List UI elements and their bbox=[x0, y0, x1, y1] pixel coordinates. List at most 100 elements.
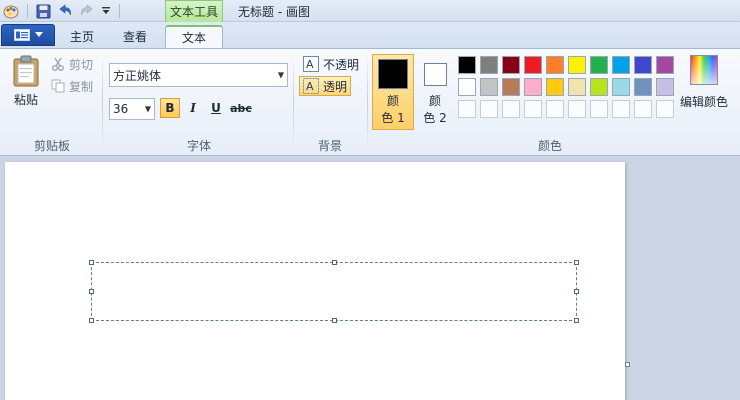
color2-label-line1: 颜 bbox=[428, 94, 441, 108]
palette-swatch[interactable] bbox=[502, 56, 520, 74]
color1-label-line2: 色 1 bbox=[381, 111, 405, 125]
customize-qat-icon[interactable] bbox=[98, 3, 114, 19]
copy-button[interactable]: 复制 bbox=[51, 77, 93, 95]
edit-colors-button[interactable]: 编辑颜色 bbox=[679, 55, 729, 110]
palette-swatch[interactable] bbox=[524, 56, 542, 74]
font-size-value: 36 bbox=[113, 102, 129, 116]
palette-swatch[interactable] bbox=[546, 78, 564, 96]
color2-swatch bbox=[423, 63, 447, 86]
tab-view[interactable]: 查看 bbox=[110, 25, 160, 48]
opaque-icon: A bbox=[303, 56, 319, 72]
group-separator bbox=[293, 55, 294, 149]
color1-label-line1: 颜 bbox=[386, 94, 399, 108]
chevron-down-icon: ▼ bbox=[277, 70, 284, 80]
font-family-value: 方正姚体 bbox=[113, 68, 162, 83]
custom-color-slot[interactable] bbox=[656, 100, 674, 118]
color2-label-line2: 色 2 bbox=[423, 111, 447, 125]
custom-color-slot[interactable] bbox=[568, 100, 586, 118]
palette-swatch[interactable] bbox=[568, 56, 586, 74]
clipboard-group-label: 剪贴板 bbox=[33, 139, 70, 153]
palette-swatch[interactable] bbox=[480, 56, 498, 74]
copy-label: 复制 bbox=[69, 79, 94, 94]
font-group-label: 字体 bbox=[186, 139, 211, 153]
resize-handle-bottom-left[interactable] bbox=[89, 318, 94, 323]
resize-handle-bottom-right[interactable] bbox=[574, 318, 579, 323]
bold-button[interactable]: B bbox=[160, 98, 180, 118]
canvas-resize-handle[interactable] bbox=[625, 362, 630, 367]
color-spectrum-icon bbox=[690, 55, 718, 85]
custom-color-slot[interactable] bbox=[502, 100, 520, 118]
palette-swatch[interactable] bbox=[458, 78, 476, 96]
color1-swatch bbox=[378, 59, 408, 89]
cut-label: 剪切 bbox=[69, 57, 94, 72]
resize-handle-top[interactable] bbox=[332, 260, 337, 265]
chevron-down-icon: ▼ bbox=[144, 104, 151, 114]
ribbon: 粘贴 剪切 复制 剪贴板 方正姚体 ▼ 36 ▼ B I U abc 字体 A … bbox=[0, 48, 740, 156]
color1-button[interactable]: 颜 色 1 bbox=[372, 54, 414, 130]
palette-swatch[interactable] bbox=[656, 78, 674, 96]
tab-home[interactable]: 主页 bbox=[58, 25, 106, 48]
custom-color-slot[interactable] bbox=[524, 100, 542, 118]
drawing-canvas[interactable] bbox=[5, 162, 625, 400]
background-group-label: 背景 bbox=[317, 139, 342, 153]
font-family-dropdown[interactable]: 方正姚体 ▼ bbox=[109, 63, 288, 87]
ribbon-tab-row: 主页 查看 文本 bbox=[0, 22, 740, 48]
redo-icon[interactable] bbox=[79, 3, 95, 19]
palette-swatch[interactable] bbox=[656, 56, 674, 74]
opaque-label: 不透明 bbox=[323, 57, 360, 72]
color2-button[interactable]: 颜 色 2 bbox=[414, 54, 456, 130]
custom-color-slot[interactable] bbox=[458, 100, 476, 118]
font-size-dropdown[interactable]: 36 ▼ bbox=[109, 98, 155, 120]
palette-swatch[interactable] bbox=[480, 78, 498, 96]
qat-separator bbox=[119, 4, 120, 18]
transparent-button[interactable]: A 透明 bbox=[299, 76, 352, 96]
palette-swatch[interactable] bbox=[546, 56, 564, 74]
resize-handle-top-left[interactable] bbox=[89, 260, 94, 265]
tab-text[interactable]: 文本 bbox=[165, 25, 223, 48]
group-separator bbox=[367, 55, 368, 149]
palette-swatch[interactable] bbox=[590, 56, 608, 74]
custom-color-slot[interactable] bbox=[612, 100, 630, 118]
palette-swatch[interactable] bbox=[458, 56, 476, 74]
resize-handle-top-right[interactable] bbox=[574, 260, 579, 265]
resize-handle-bottom[interactable] bbox=[332, 318, 337, 323]
cut-button[interactable]: 剪切 bbox=[51, 55, 93, 73]
custom-color-slot[interactable] bbox=[634, 100, 652, 118]
resize-handle-right[interactable] bbox=[574, 289, 579, 294]
italic-button[interactable]: I bbox=[183, 98, 203, 118]
clipboard-icon bbox=[13, 55, 39, 87]
title-bar: 文本工具 无标题 - 画图 bbox=[0, 0, 740, 22]
group-separator bbox=[102, 55, 103, 149]
undo-icon[interactable] bbox=[57, 3, 73, 19]
palette-swatch[interactable] bbox=[612, 56, 630, 74]
palette-swatch[interactable] bbox=[568, 78, 586, 96]
paste-label: 粘贴 bbox=[13, 93, 38, 107]
palette-swatch[interactable] bbox=[590, 78, 608, 96]
colors-group-label: 颜色 bbox=[537, 139, 562, 153]
context-tab-title: 文本工具 bbox=[165, 0, 223, 22]
custom-color-slot[interactable] bbox=[590, 100, 608, 118]
palette-swatch[interactable] bbox=[524, 78, 542, 96]
palette-swatch[interactable] bbox=[634, 78, 652, 96]
transparent-icon: A bbox=[303, 78, 319, 94]
custom-color-slot[interactable] bbox=[480, 100, 498, 118]
resize-handle-left[interactable] bbox=[89, 289, 94, 294]
menu-document-icon bbox=[13, 29, 30, 41]
underline-button[interactable]: U bbox=[206, 98, 226, 118]
palette-swatch[interactable] bbox=[612, 78, 630, 96]
opaque-button[interactable]: A 不透明 bbox=[299, 54, 363, 74]
copy-icon bbox=[51, 79, 65, 93]
custom-color-slot[interactable] bbox=[546, 100, 564, 118]
strikethrough-button[interactable]: abc bbox=[229, 98, 253, 118]
palette-swatch[interactable] bbox=[634, 56, 652, 74]
save-icon[interactable] bbox=[35, 3, 51, 19]
svg-text:A: A bbox=[306, 80, 314, 93]
paste-button[interactable]: 粘贴 bbox=[10, 55, 42, 108]
window-title: 无标题 - 画图 bbox=[238, 5, 310, 19]
paint-menu-button[interactable] bbox=[1, 24, 55, 46]
transparent-label: 透明 bbox=[323, 79, 348, 94]
palette-swatch[interactable] bbox=[502, 78, 520, 96]
qat-separator bbox=[27, 4, 28, 18]
text-box[interactable] bbox=[89, 260, 579, 323]
paint-app-icon[interactable] bbox=[3, 3, 19, 19]
